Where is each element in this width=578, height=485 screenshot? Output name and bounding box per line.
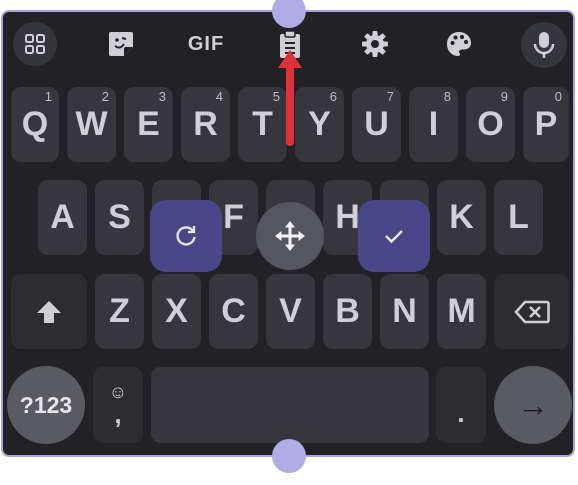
key-w[interactable]: W2 — [67, 87, 116, 162]
reset-position-button[interactable] — [150, 200, 222, 272]
key-a[interactable]: A — [38, 180, 87, 255]
comma-emoji-key[interactable]: ☺ , — [93, 367, 143, 443]
settings-gear-icon[interactable] — [357, 26, 393, 62]
key-hint: 6 — [329, 89, 337, 104]
confirm-resize-button[interactable] — [358, 200, 430, 272]
key-q[interactable]: Q1 — [11, 87, 59, 162]
key-label: B — [335, 292, 360, 330]
shift-key[interactable] — [11, 274, 87, 349]
key-k[interactable]: K — [437, 180, 486, 255]
key-label: P — [534, 105, 558, 143]
key-label: Q — [21, 105, 49, 143]
apps-grid-icon[interactable] — [13, 22, 57, 66]
key-r[interactable]: R4 — [181, 87, 230, 162]
key-label: L — [508, 198, 529, 236]
enter-key[interactable]: → — [494, 366, 572, 444]
key-label: T — [252, 105, 273, 143]
space-key[interactable] — [151, 367, 429, 443]
key-label: M — [447, 292, 476, 330]
key-label: K — [449, 198, 474, 236]
key-hint: 0 — [554, 89, 562, 104]
key-label: F — [223, 198, 244, 236]
key-hint: 7 — [386, 89, 394, 104]
key-hint: 1 — [44, 89, 52, 104]
key-e[interactable]: E3 — [124, 87, 173, 162]
period-key[interactable]: . — [436, 367, 486, 443]
key-v[interactable]: V — [266, 274, 315, 349]
enter-arrow-icon: → — [517, 386, 549, 423]
key-label: A — [50, 198, 75, 236]
backspace-key[interactable] — [494, 274, 569, 349]
key-o[interactable]: O9 — [466, 87, 515, 162]
symbols-key-label: ?123 — [19, 391, 73, 418]
key-label: X — [165, 292, 188, 330]
key-label: N — [392, 292, 417, 330]
period-label: . — [457, 398, 465, 428]
key-label: E — [137, 105, 160, 143]
sticker-icon[interactable] — [101, 26, 141, 62]
key-l[interactable]: L — [494, 180, 543, 255]
key-label: V — [279, 292, 302, 330]
key-label: S — [108, 198, 131, 236]
key-u[interactable]: U7 — [352, 87, 401, 162]
key-hint: 2 — [101, 89, 109, 104]
key-label: C — [221, 292, 246, 330]
key-label: Y — [308, 105, 331, 143]
key-label: I — [428, 105, 439, 143]
shift-icon — [37, 300, 61, 323]
refresh-icon — [176, 226, 196, 246]
key-c[interactable]: C — [209, 274, 258, 349]
key-hint: 3 — [158, 89, 166, 104]
key-i[interactable]: I8 — [409, 87, 458, 162]
key-label: H — [335, 198, 360, 236]
key-hint: 9 — [500, 89, 508, 104]
key-hint: 8 — [443, 89, 451, 104]
key-label: R — [193, 105, 218, 143]
backspace-icon — [514, 300, 550, 323]
move-keyboard-button[interactable] — [256, 202, 324, 270]
key-label: W — [75, 105, 108, 143]
check-icon — [385, 230, 403, 244]
key-z[interactable]: Z — [95, 274, 144, 349]
key-s[interactable]: S — [95, 180, 144, 255]
key-n[interactable]: N — [380, 274, 429, 349]
key-label: U — [364, 105, 389, 143]
palette-icon[interactable] — [441, 26, 477, 62]
key-x[interactable]: X — [152, 274, 201, 349]
microphone-icon[interactable] — [521, 22, 567, 68]
symbols-key[interactable]: ?123 — [7, 366, 85, 444]
gif-button[interactable]: GIF — [178, 28, 234, 60]
annotation-arrow-icon — [278, 50, 302, 146]
key-p[interactable]: P0 — [523, 87, 569, 162]
key-b[interactable]: B — [323, 274, 372, 349]
move-icon — [275, 221, 305, 251]
key-m[interactable]: M — [437, 274, 486, 349]
key-hint: 4 — [215, 89, 223, 104]
bottom-resize-handle[interactable] — [272, 439, 306, 473]
key-label: O — [477, 105, 504, 143]
key-label: Z — [109, 292, 130, 330]
comma-label: , — [114, 399, 122, 429]
